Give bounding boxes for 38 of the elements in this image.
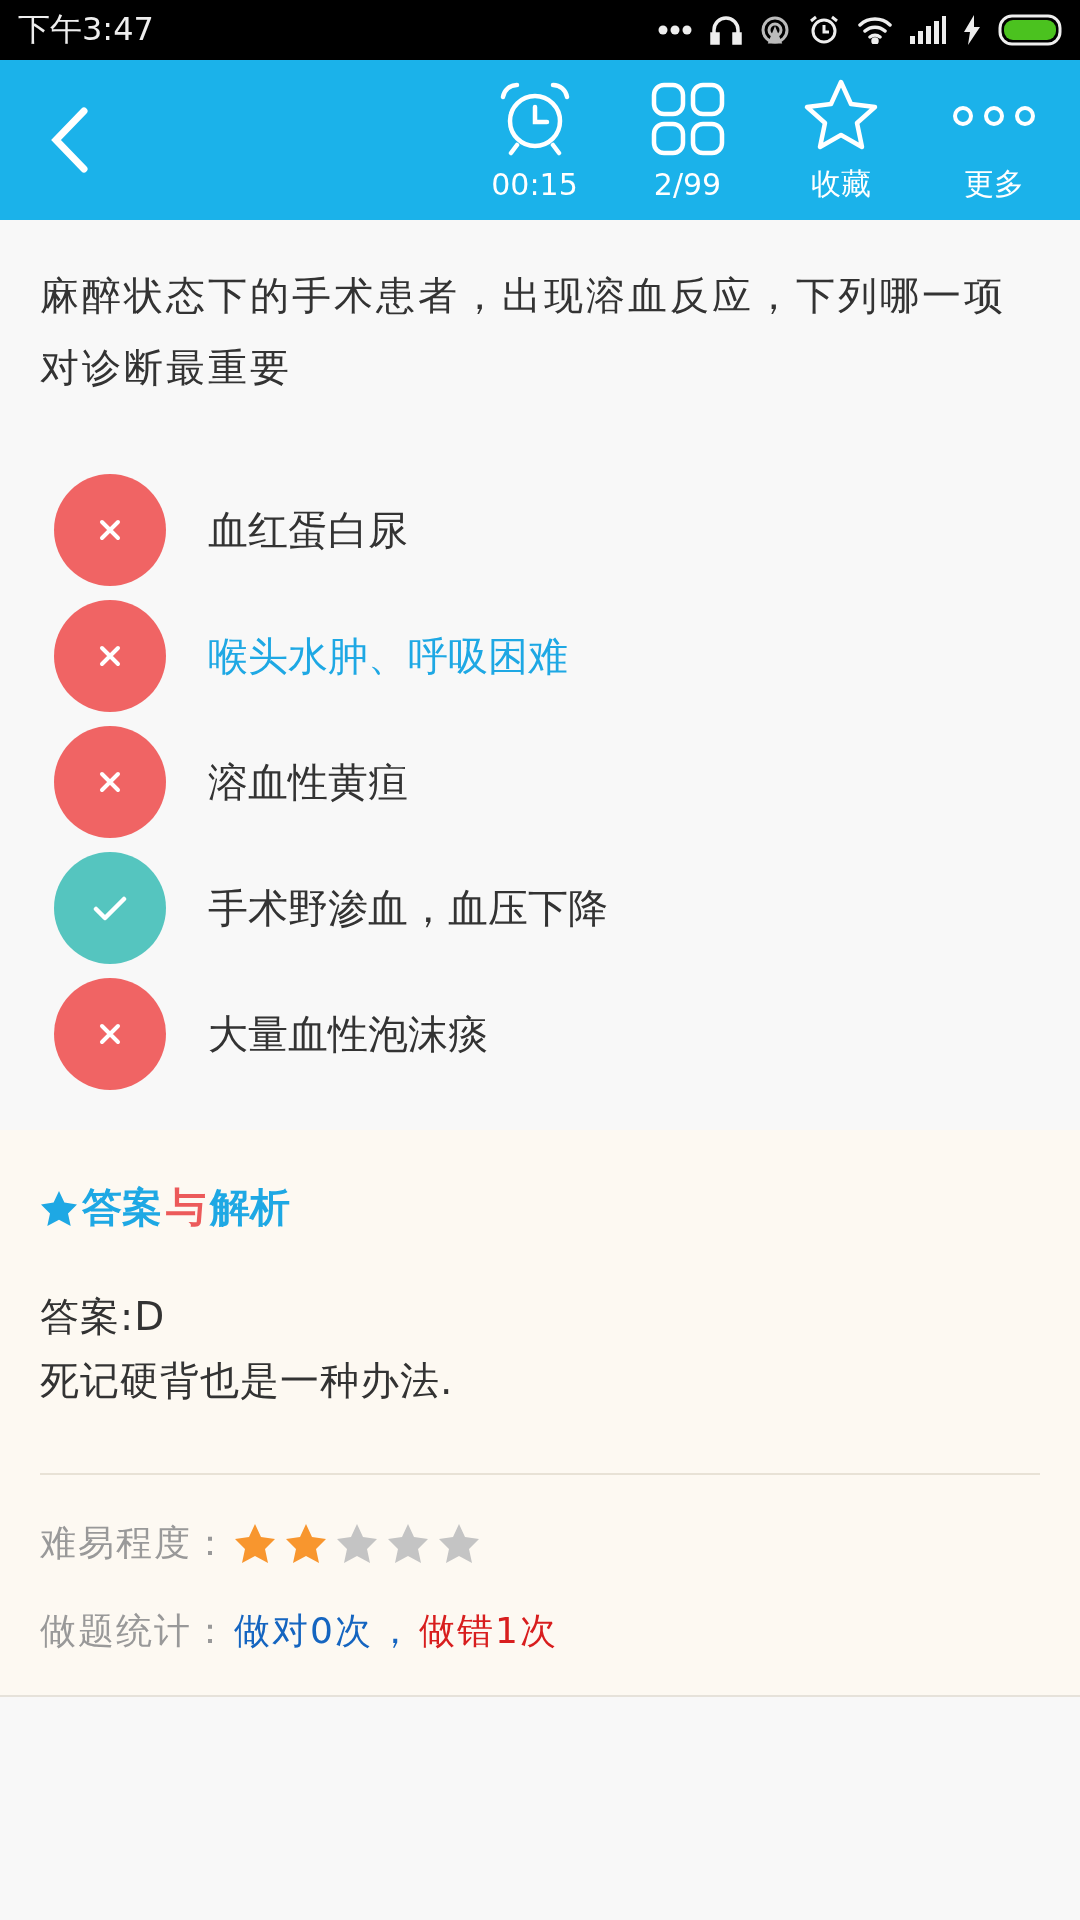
- option-text[interactable]: 手术野渗血，血压下降: [208, 880, 608, 936]
- more-icon: [950, 103, 1037, 128]
- option-text[interactable]: 溶血性黄疸: [208, 754, 408, 810]
- toolbar-button[interactable]: 更多: [917, 75, 1070, 205]
- cross-icon: [99, 1023, 121, 1045]
- toolbar-button[interactable]: 00:15: [458, 78, 611, 202]
- section-heading: 答案: [82, 1183, 162, 1232]
- section-heading: 解析: [210, 1183, 290, 1232]
- difficulty-label: 难易程度：: [40, 1520, 230, 1565]
- option-text[interactable]: 喉头水肿、呼吸困难: [208, 628, 568, 684]
- separator: ，: [376, 1608, 415, 1653]
- option-text[interactable]: 大量血性泡沫痰: [208, 1006, 488, 1062]
- back-button[interactable]: [50, 107, 90, 173]
- wrong-count: 做错1次: [418, 1608, 558, 1653]
- status-time: 下午3:47: [18, 9, 154, 50]
- cross-icon: [99, 771, 121, 793]
- check-icon: [93, 895, 127, 921]
- stats-label: 做题统计：: [40, 1608, 230, 1653]
- toolbar-button[interactable]: 2/99: [611, 78, 764, 202]
- signal-icon: [910, 16, 946, 44]
- section-heading: 与: [166, 1183, 206, 1232]
- wifi-icon: [858, 16, 892, 44]
- explanation-text: 死记硬背也是一种办法.: [40, 1357, 455, 1405]
- toolbar-button[interactable]: 收藏: [764, 75, 917, 205]
- headset-icon: [710, 14, 742, 46]
- cross-icon: [99, 645, 121, 667]
- alarm-icon: [808, 14, 840, 46]
- correct-count: 做对0次: [234, 1608, 373, 1653]
- charging-icon: [964, 15, 980, 45]
- question-text: 麻醉状态下的手术患者，出现溶血反应，下列哪一项对诊断最重要: [40, 272, 1007, 392]
- star-icon: [40, 1189, 78, 1226]
- answer-text: 答案:D: [40, 1293, 167, 1341]
- battery-icon: [998, 14, 1064, 46]
- option-text[interactable]: 血红蛋白尿: [208, 502, 408, 558]
- cross-icon: [99, 519, 121, 541]
- hotspot-icon: [760, 15, 790, 45]
- grid-icon: [650, 81, 725, 156]
- notification-dots-icon: [658, 25, 692, 35]
